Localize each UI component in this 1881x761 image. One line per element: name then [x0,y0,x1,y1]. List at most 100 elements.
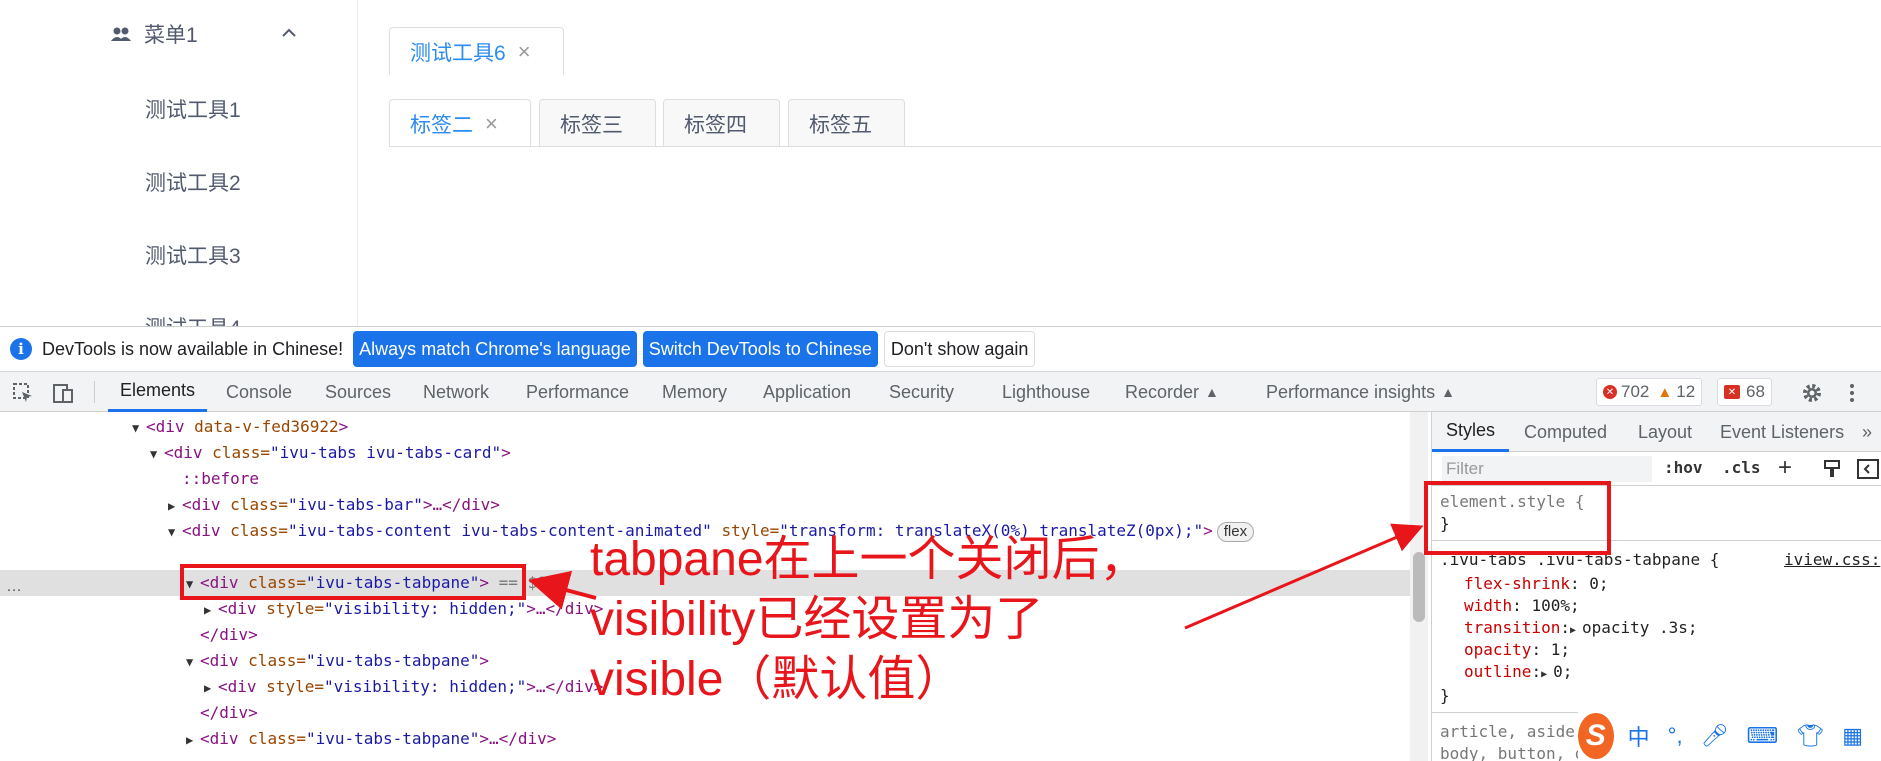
menu-group-header[interactable]: 菜单1 [110,16,300,52]
annotation-line3: visible（默认值） [590,653,964,706]
tab-bar-divider [389,146,1881,147]
tab-network[interactable]: Network [423,372,489,412]
match-language-button[interactable]: Always match Chrome's language [353,331,637,367]
flask-icon: ▲ [1205,384,1219,400]
dom-node-pseudo[interactable]: ::before [0,466,1410,492]
apps-icon[interactable]: ▦ [1842,723,1863,749]
tab-layout[interactable]: Layout [1638,412,1692,452]
ime-toolbar: S 中 °, 🎤︎ ⌨ 👕︎ ▦ [1578,710,1881,761]
expand-triangle-icon[interactable]: ▼ [168,519,182,545]
styles-pane: Styles Computed Layout Event Listeners »… [1431,412,1881,761]
annotation-box-tabpane [180,564,526,600]
flex-badge[interactable]: flex [1216,522,1255,542]
tab-label: Recorder [1125,381,1200,402]
styles-tab-bar: Styles Computed Layout Event Listeners » [1432,412,1881,452]
keyboard-icon[interactable]: ⌨ [1747,723,1779,749]
close-icon[interactable]: × [518,40,531,63]
collapse-triangle-icon[interactable]: ▶ [204,675,218,701]
language-infobar: i DevTools is now available in Chinese! … [0,327,1881,372]
menu-group-label: 菜单1 [144,24,198,47]
tab-sources[interactable]: Sources [325,372,391,412]
sogou-logo-icon[interactable]: S [1578,712,1614,759]
devtools-toolbar: Elements Console Sources Network Perform… [0,372,1881,412]
menu-item-tool3[interactable]: 测试工具3 [145,240,241,270]
hover-state-toggle[interactable]: :hov [1664,458,1703,477]
tab-memory[interactable]: Memory [662,372,727,412]
infobar-message: DevTools is now available in Chinese! [42,338,344,359]
more-tabs-icon[interactable]: » [1862,412,1872,452]
sidebar-toggle-icon[interactable] [1857,459,1879,479]
expand-triangle-icon[interactable]: ▼ [186,649,200,675]
css-property[interactable]: width: 100%; [1464,596,1580,615]
expand-triangle-icon[interactable]: ▶ [1541,669,1553,680]
expand-triangle-icon[interactable]: ▼ [132,415,146,441]
tab-console[interactable]: Console [226,372,292,412]
tab-tool6[interactable]: 测试工具6 × [389,27,564,75]
tab-label-five[interactable]: 标签五 [788,99,905,147]
switch-language-button[interactable]: Switch DevTools to Chinese [642,331,878,367]
tab-event-listeners[interactable]: Event Listeners [1720,412,1844,452]
error-warning-counter[interactable]: ✕ 702 ▲ 12 [1596,378,1703,406]
microphone-icon[interactable]: 🎤︎ [1701,723,1729,749]
tab-label: 测试工具6 [410,41,506,65]
tab-label: Performance insights [1266,381,1436,402]
tab-label-two[interactable]: 标签二 × [389,99,531,147]
tab-label-four[interactable]: 标签四 [663,99,780,147]
tab-recorder[interactable]: Recorder ▲ [1125,372,1219,412]
tab-styles[interactable]: Styles [1432,412,1510,452]
warning-count: 12 [1676,382,1696,401]
tab-computed[interactable]: Computed [1524,412,1607,452]
gear-icon[interactable] [1800,381,1824,405]
more-actions-icon[interactable]: … [6,578,22,596]
rule-selector[interactable]: article, aside [1440,722,1575,741]
css-property[interactable]: opacity: 1; [1464,640,1570,659]
dont-show-again-button[interactable]: Don't show again [883,331,1036,367]
menu-item-tool1[interactable]: 测试工具1 [145,94,241,124]
skin-icon[interactable]: 👕︎ [1796,723,1824,749]
app-area: 菜单1 测试工具1 测试工具2 测试工具3 测试工具4 测试工具6 × 标签二 … [0,0,1881,326]
warning-icon: ▲ [1657,383,1673,401]
tab-label: 标签二 [410,113,473,137]
more-options-icon[interactable] [1846,381,1858,405]
tab-elements[interactable]: Elements [108,372,208,412]
device-toolbar-icon[interactable] [52,382,74,404]
expand-triangle-icon[interactable]: ▼ [150,441,164,467]
dom-scrollbar[interactable] [1410,412,1428,761]
dom-node[interactable]: ▶ <div class="ivu-tabs-bar">…</div> [0,492,1410,518]
paint-icon[interactable] [1822,459,1842,479]
tab-lighthouse[interactable]: Lighthouse [1002,372,1090,412]
tab-label: 标签五 [809,113,872,137]
menu-item-tool2[interactable]: 测试工具2 [145,167,241,197]
add-rule-icon[interactable]: + [1778,454,1792,482]
tab-application[interactable]: Application [763,372,851,412]
dom-node[interactable]: ▶ <div class="ivu-tabs-tabpane">…</div> [0,726,1410,752]
tab-security[interactable]: Security [889,372,954,412]
issues-counter[interactable]: ✕ 68 [1717,378,1772,406]
dom-node[interactable]: ▼ <div data-v-fed36922> [0,414,1410,440]
css-property[interactable]: outline:▶ 0; [1464,662,1572,681]
collapse-triangle-icon[interactable]: ▶ [168,493,182,519]
info-icon: i [10,338,32,360]
css-property[interactable]: transition:▶ opacity .3s; [1464,618,1698,637]
css-property[interactable]: flex-shrink: 0; [1464,574,1609,593]
collapse-triangle-icon[interactable]: ▶ [204,597,218,623]
tab-performance[interactable]: Performance [526,372,629,412]
tab-label: 标签四 [684,113,747,137]
tab-performance-insights[interactable]: Performance insights ▲ [1266,372,1455,412]
expand-triangle-icon[interactable]: ▶ [1570,625,1582,636]
filter-input[interactable]: Filter [1442,456,1652,482]
inspect-element-icon[interactable] [12,382,34,404]
rule-source-link[interactable]: iview.css: [1784,550,1880,569]
main-content: 测试工具6 × 标签二 × 标签三 标签四 标签五 [358,0,1881,326]
tab-label-three[interactable]: 标签三 [539,99,656,147]
ime-language[interactable]: 中 [1628,720,1650,752]
annotation-box-element-style [1424,481,1611,555]
collapse-triangle-icon[interactable]: ▶ [186,727,200,753]
chevron-up-icon[interactable] [280,24,298,42]
punctuation-icon[interactable]: °, [1668,723,1683,749]
menu-item-tool4[interactable]: 测试工具4 [145,312,241,326]
dom-node[interactable]: ▼ <div class="ivu-tabs ivu-tabs-card"> [0,440,1410,466]
class-toggle[interactable]: .cls [1722,458,1761,477]
close-icon[interactable]: × [485,112,498,135]
scroll-thumb[interactable] [1413,552,1425,622]
